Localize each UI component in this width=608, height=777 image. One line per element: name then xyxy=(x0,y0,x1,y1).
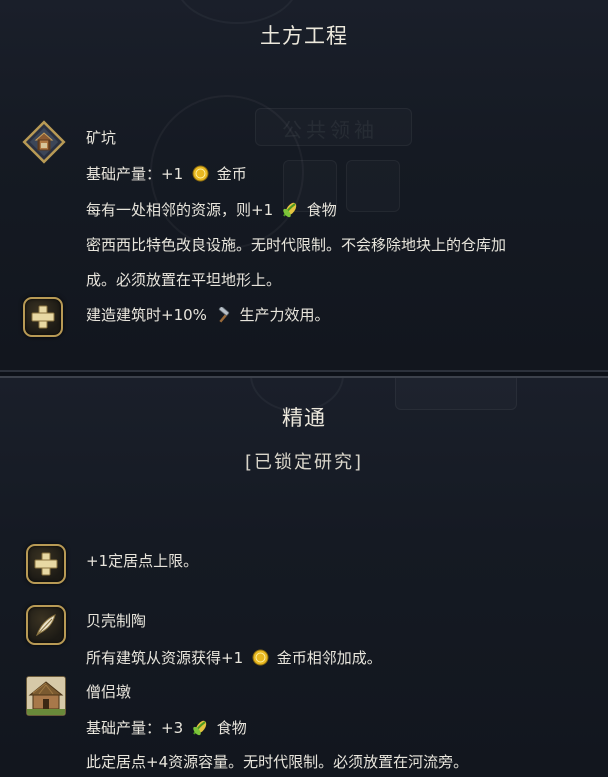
unique-building-name: 僧侣墩 xyxy=(86,683,132,701)
base-yield-line: 基础产量：+3 食物 xyxy=(86,718,247,738)
food-icon xyxy=(282,201,299,218)
bonus-suffix: 生产力效用。 xyxy=(239,306,330,324)
hut-building-icon xyxy=(26,676,66,716)
adjacency-line: 每有一处相邻的资源，则+1 食物 xyxy=(86,200,337,220)
base-yield-label: 基础产量：+1 xyxy=(86,165,184,183)
background-ghost-text: 公共领袖 xyxy=(282,118,378,142)
panel-title: 土方工程 xyxy=(260,24,348,48)
research-status: [已锁定研究] xyxy=(244,452,364,473)
plus-icon xyxy=(26,544,66,584)
food-icon xyxy=(192,719,209,736)
bonus-line: 建造建筑时+10% 生产力效用。 xyxy=(86,305,330,325)
improvement-description-line-1: 密西西比特色改良设施。无时代限制。不会移除地块上的仓库加 xyxy=(86,236,507,254)
building-description: 此定居点+4资源容量。无时代限制。必须放置在河流旁。 xyxy=(86,753,469,771)
mastery-tooltip-top-panel: 公共领袖 土方工程 矿坑 基础产量：+1 金币 每有一处相邻的资源，则+1 食物… xyxy=(0,0,608,372)
background-tile-decoration xyxy=(346,160,400,212)
base-yield-line: 基础产量：+1 金币 xyxy=(86,164,247,184)
base-yield-resource: 食物 xyxy=(216,719,247,737)
adjacency-label: 每有一处相邻的资源，则+1 xyxy=(86,201,274,219)
hammer-icon xyxy=(216,306,232,323)
unique-building-name: 贝壳制陶 xyxy=(86,612,147,630)
settlement-cap-bonus: +1定居点上限。 xyxy=(86,552,199,570)
bonus-label: 建造建筑时+10% xyxy=(86,306,207,324)
adjacency-bonus-label: 所有建筑从资源获得+1 xyxy=(86,649,244,667)
panel-title: 精通 xyxy=(282,406,326,430)
base-yield-resource: 金币 xyxy=(216,165,247,183)
improvement-description-line-2: 成。必须放置在平坦地形上。 xyxy=(86,271,282,289)
plus-icon xyxy=(23,297,63,337)
gold-coin-icon xyxy=(252,649,269,666)
base-yield-label: 基础产量：+3 xyxy=(86,719,184,737)
gold-coin-icon xyxy=(192,165,209,182)
mastery-tooltip-bottom-panel: 精通 [已锁定研究] +1定居点上限。 贝壳制陶 所有建筑从资源获得+1 金币相… xyxy=(0,376,608,777)
well-building-icon xyxy=(22,120,66,164)
adjacency-bonus-line: 所有建筑从资源获得+1 金币相邻加成。 xyxy=(86,648,382,668)
improvement-name: 矿坑 xyxy=(86,129,117,147)
feather-icon xyxy=(26,605,66,645)
adjacency-bonus-suffix: 金币相邻加成。 xyxy=(276,649,382,667)
adjacency-resource: 食物 xyxy=(306,201,337,219)
